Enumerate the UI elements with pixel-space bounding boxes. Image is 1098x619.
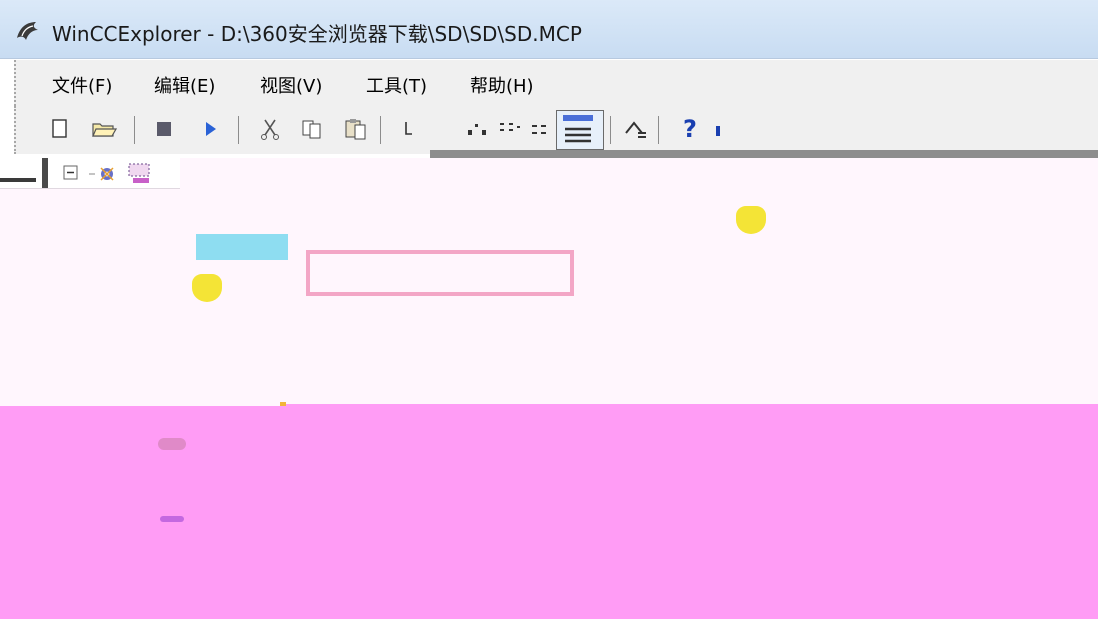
workspace — [0, 158, 1098, 619]
tree-splitter[interactable] — [42, 158, 48, 188]
cut-icon[interactable] — [256, 114, 284, 144]
window-title: WinCCExplorer - D:\360安全浏览器下载\SD\SD\SD.M… — [52, 22, 582, 46]
tree-root-marker — [0, 178, 36, 182]
menu-view[interactable]: 视图(V) — [258, 72, 324, 98]
title-bar: WinCCExplorer - D:\360安全浏览器下载\SD\SD\SD.M… — [0, 0, 1098, 59]
start-runtime-icon[interactable] — [196, 114, 224, 144]
toolbar: ? — [14, 106, 1098, 154]
menu-file[interactable]: 文件(F) — [50, 72, 114, 98]
computer-node-icon[interactable] — [124, 162, 158, 186]
selected-item-highlight — [196, 234, 288, 260]
folder-icon-fragment — [192, 274, 222, 302]
rename-edit-box[interactable] — [306, 250, 574, 296]
details-view-icon[interactable] — [556, 110, 604, 150]
copy-icon[interactable] — [298, 114, 326, 144]
small-icons-view-icon[interactable] — [496, 114, 524, 144]
up-one-level-icon[interactable] — [622, 114, 650, 144]
project-gear-icon — [86, 162, 120, 184]
large-icons-view-icon[interactable] — [464, 114, 492, 144]
stop-runtime-icon[interactable] — [150, 114, 178, 144]
paste-icon[interactable] — [342, 114, 370, 144]
help-icon[interactable]: ? — [676, 114, 704, 144]
tree-expand-icon[interactable] — [60, 162, 82, 184]
menu-bar: 文件(F) 编辑(E) 视图(V) 工具(T) 帮助(H) — [14, 60, 1098, 106]
list-view-icon[interactable] — [528, 114, 556, 144]
properties-icon[interactable] — [394, 114, 422, 144]
orange-curl-artifact — [158, 438, 186, 450]
new-document-icon[interactable] — [46, 114, 74, 144]
purple-artifact — [160, 516, 184, 522]
wincc-explorer-app-icon — [17, 22, 38, 40]
menu-help[interactable]: 帮助(H) — [468, 72, 536, 98]
open-folder-icon[interactable] — [90, 114, 118, 144]
menu-tools[interactable]: 工具(T) — [364, 72, 429, 98]
folder-icon-fragment — [736, 206, 766, 234]
pane-divider-strip — [430, 150, 1098, 158]
menu-edit[interactable]: 编辑(E) — [152, 72, 217, 98]
